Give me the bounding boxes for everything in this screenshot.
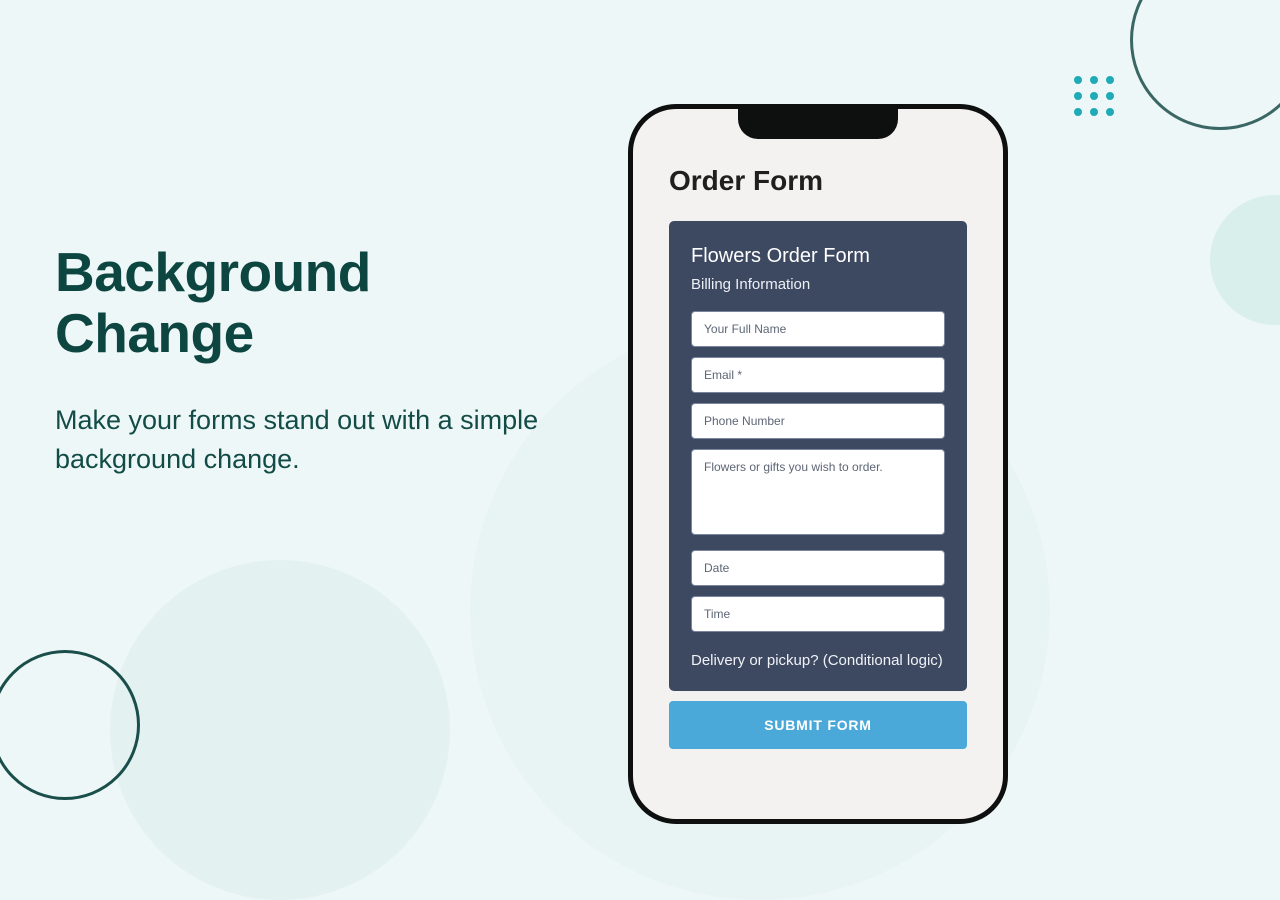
phone-mockup: Order Form Flowers Order Form Billing In…: [628, 104, 1008, 824]
decorative-circle-bottom-mid: [110, 560, 450, 900]
decorative-circle-mid-right: [1210, 195, 1280, 325]
phone-screen: Order Form Flowers Order Form Billing In…: [633, 109, 1003, 749]
hero-heading-line1: Background: [55, 241, 371, 303]
page-title: Order Form: [669, 165, 967, 197]
hero-heading: Background Change: [55, 242, 575, 363]
order-details-textarea[interactable]: [691, 449, 945, 535]
order-form-card: Flowers Order Form Billing Information D…: [669, 221, 967, 691]
phone-number-input[interactable]: [691, 403, 945, 439]
form-subtitle: Billing Information: [691, 276, 945, 293]
date-input[interactable]: [691, 550, 945, 586]
decorative-circle-outline-top: [1130, 0, 1280, 130]
phone-notch: [738, 107, 898, 139]
form-title: Flowers Order Form: [691, 245, 945, 268]
hero-heading-line2: Change: [55, 302, 254, 364]
hero-text-block: Background Change Make your forms stand …: [55, 242, 575, 479]
decorative-dot-grid: [1074, 76, 1114, 116]
time-input[interactable]: [691, 596, 945, 632]
submit-form-button[interactable]: SUBMIT FORM: [669, 701, 967, 749]
conditional-logic-label: Delivery or pickup? (Conditional logic): [691, 652, 945, 669]
email-input[interactable]: [691, 357, 945, 393]
hero-subtext: Make your forms stand out with a simple …: [55, 401, 575, 479]
full-name-input[interactable]: [691, 311, 945, 347]
